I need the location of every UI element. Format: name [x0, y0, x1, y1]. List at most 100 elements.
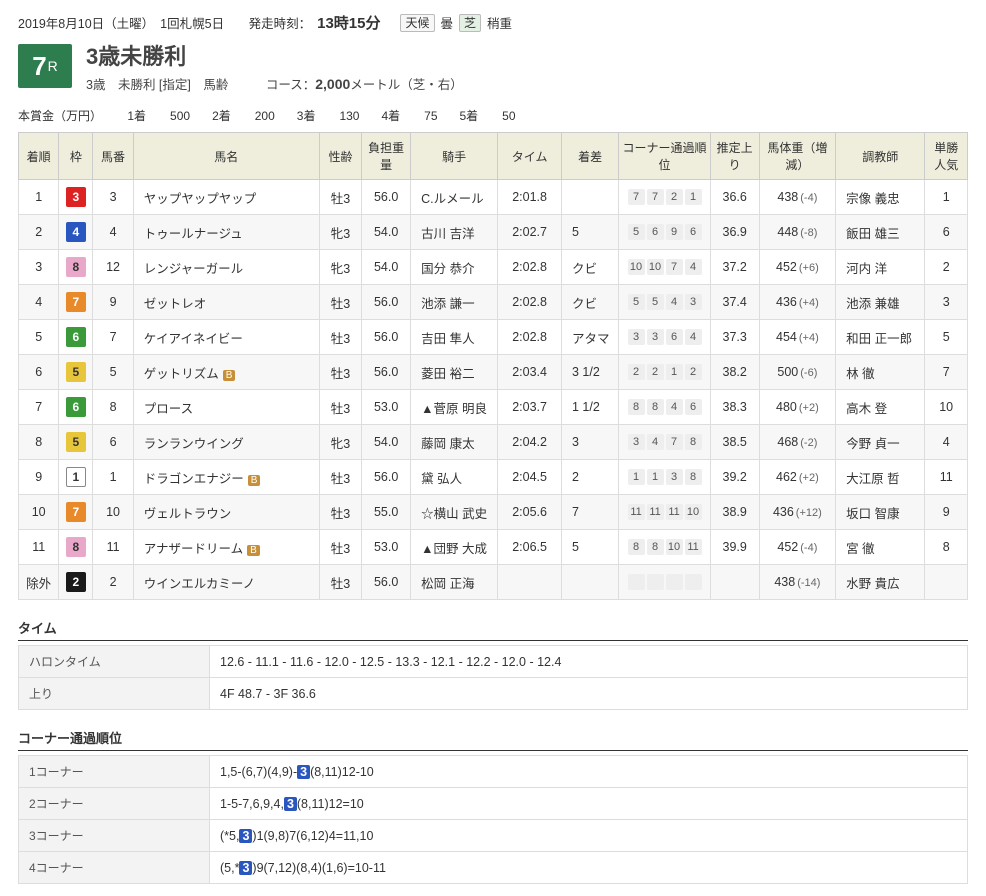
horse-name-cell: ヴェルトラウン: [133, 495, 319, 530]
table-row: 除外 2 2 ウインエルカミーノ 牡3 56.0 松岡 正海 438(-14) …: [19, 565, 968, 600]
weather-value: 曇: [441, 13, 454, 32]
prize-item: 4着 75: [381, 107, 437, 124]
race-date: 2019年8月10日（土曜）: [18, 13, 154, 32]
horse-number-cell: 4: [93, 215, 133, 250]
corner-label: 2コーナー: [19, 788, 210, 820]
column-header: 性齢: [319, 133, 362, 180]
table-row: 6 5 5 ゲットリズムB 牡3 56.0 菱田 裕二 2:03.4 3 1/2…: [19, 355, 968, 390]
corner-pass: 8846: [624, 399, 704, 415]
rank-cell: 11: [19, 530, 59, 565]
race-meta: 2019年8月10日（土曜） 1回札幌5日 発走時刻： 13時15分 天候 曇 …: [18, 12, 968, 33]
waku-badge: 5: [66, 432, 86, 452]
table-row: 5 6 7 ケイアイネイビー 牡3 56.0 吉田 隼人 2:02.8 アタマ …: [19, 320, 968, 355]
corner-pass: [624, 574, 704, 590]
horse-number-cell: 8: [93, 390, 133, 425]
horse-name-cell: ウインエルカミーノ: [133, 565, 319, 600]
horse-number-cell: 1: [93, 460, 133, 495]
column-header: 調教師: [836, 133, 925, 180]
prize-item: 5着 50: [460, 107, 516, 124]
corner-pass: 5696: [624, 224, 704, 240]
corner-pass: 3364: [624, 329, 704, 345]
column-header: 枠: [59, 133, 93, 180]
waku-badge: 7: [66, 292, 86, 312]
horse-name-cell: プロース: [133, 390, 319, 425]
agari-label: 上り: [19, 678, 210, 710]
blinker-icon: B: [247, 545, 260, 556]
corner-value: 1-5-7,6,9,4,3(8,11)12=10: [210, 788, 968, 820]
column-header: 着差: [561, 133, 618, 180]
agari-value: 4F 48.7 - 3F 36.6: [210, 678, 968, 710]
track-label: 芝: [459, 14, 481, 32]
table-row: 4 7 9 ゼットレオ 牡3 56.0 池添 謙一 2:02.8 クビ 5543…: [19, 285, 968, 320]
corner-row: 1コーナー 1,5-(6,7)(4,9)-3(8,11)12-10: [19, 756, 968, 788]
corner-row: 3コーナー (*5,3)1(9,8)7(6,12)4=11,10: [19, 820, 968, 852]
column-header: 馬番: [93, 133, 133, 180]
corner-pass: 881011: [624, 539, 704, 555]
corner-pass: 11111110: [624, 504, 704, 520]
rank-cell: 9: [19, 460, 59, 495]
table-row: 8 5 6 ランランウイング 牝3 54.0 藤岡 康太 2:04.2 3 34…: [19, 425, 968, 460]
horse-number-cell: 11: [93, 530, 133, 565]
corner-pass: 1138: [624, 469, 704, 485]
start-label: 発走時刻：: [249, 13, 312, 32]
race-subinfo: 3歳 未勝利 [指定] 馬齢 コース：2,000メートル（芝・右）: [86, 74, 463, 93]
corner-pass: 5543: [624, 294, 704, 310]
rank-cell: 7: [19, 390, 59, 425]
rank-cell: 2: [19, 215, 59, 250]
horse-number-cell: 2: [93, 565, 133, 600]
column-header: タイム: [498, 133, 562, 180]
corner-label: 3コーナー: [19, 820, 210, 852]
rank-cell: 除外: [19, 565, 59, 600]
horse-name-cell: レンジャーガール: [133, 250, 319, 285]
corner-label: 1コーナー: [19, 756, 210, 788]
corner-pass: 7721: [624, 189, 704, 205]
corner-pass: 3478: [624, 434, 704, 450]
table-row: 11 8 11 アナザードリームB 牡3 53.0 ▲団野 大成 2:06.5 …: [19, 530, 968, 565]
horse-name-cell: アナザードリームB: [133, 530, 319, 565]
waku-badge: 1: [66, 467, 86, 487]
time-table: ハロンタイム 12.6 - 11.1 - 11.6 - 12.0 - 12.5 …: [18, 645, 968, 710]
start-time: 13時15分: [317, 12, 380, 33]
race-name: 3歳未勝利: [86, 39, 463, 71]
prize-item: 3着 130: [297, 107, 360, 124]
rank-cell: 4: [19, 285, 59, 320]
horse-name-cell: ランランウイング: [133, 425, 319, 460]
corner-value: (*5,3)1(9,8)7(6,12)4=11,10: [210, 820, 968, 852]
weather-label: 天候: [400, 14, 434, 32]
table-row: 1 3 3 ヤップヤップヤップ 牡3 56.0 C.ルメール 2:01.8 77…: [19, 180, 968, 215]
blinker-icon: B: [223, 370, 236, 381]
waku-badge: 5: [66, 362, 86, 382]
column-header: 推定上り: [710, 133, 759, 180]
column-header: 着順: [19, 133, 59, 180]
rank-cell: 3: [19, 250, 59, 285]
horse-number-cell: 3: [93, 180, 133, 215]
column-header: 馬名: [133, 133, 319, 180]
waku-badge: 2: [66, 572, 86, 592]
table-row: 7 6 8 プロース 牡3 53.0 ▲菅原 明良 2:03.7 1 1/2 8…: [19, 390, 968, 425]
rank-cell: 5: [19, 320, 59, 355]
table-row: 3 8 12 レンジャーガール 牝3 54.0 国分 恭介 2:02.8 クビ …: [19, 250, 968, 285]
horse-number-cell: 10: [93, 495, 133, 530]
time-section-title: タイム: [18, 618, 968, 641]
horse-name-cell: ヤップヤップヤップ: [133, 180, 319, 215]
horse-name-cell: ケイアイネイビー: [133, 320, 319, 355]
blinker-icon: B: [248, 475, 261, 486]
column-header: 単勝人気: [925, 133, 968, 180]
table-row: 9 1 1 ドラゴンエナジーB 牡3 56.0 黛 弘人 2:04.5 2 11…: [19, 460, 968, 495]
column-header: 騎手: [411, 133, 498, 180]
corner-section-title: コーナー通過順位: [18, 728, 968, 751]
column-header: 負担重量: [362, 133, 411, 180]
horse-number-cell: 9: [93, 285, 133, 320]
corner-label: 4コーナー: [19, 852, 210, 884]
corner-pass: 101074: [624, 259, 704, 275]
rank-cell: 6: [19, 355, 59, 390]
furlong-value: 12.6 - 11.1 - 11.6 - 12.0 - 12.5 - 13.3 …: [210, 646, 968, 678]
waku-badge: 8: [66, 537, 86, 557]
prize-item: 1着 500: [127, 107, 190, 124]
column-header: コーナー通過順位: [619, 133, 710, 180]
results-table: 着順枠馬番馬名性齢負担重量騎手タイム着差コーナー通過順位推定上り馬体重（増減）調…: [18, 132, 968, 600]
table-row: 2 4 4 トゥールナージュ 牝3 54.0 古川 吉洋 2:02.7 5 56…: [19, 215, 968, 250]
furlong-label: ハロンタイム: [19, 646, 210, 678]
corner-value: 1,5-(6,7)(4,9)-3(8,11)12-10: [210, 756, 968, 788]
waku-badge: 7: [66, 502, 86, 522]
